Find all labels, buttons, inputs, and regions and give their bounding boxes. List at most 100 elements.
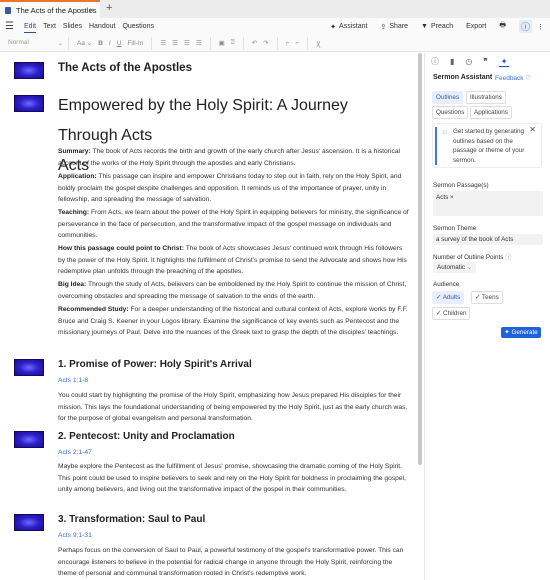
redo-icon[interactable]: ↷ (263, 39, 268, 47)
scripture-reference-link[interactable]: Acts 2:1-47 (58, 449, 92, 456)
quote-icon[interactable]: ❞ (483, 57, 487, 66)
tab-outlines[interactable]: Outlines (432, 91, 464, 104)
sparkle-icon: ✦ (330, 23, 337, 31)
menu-handout[interactable]: Handout (89, 21, 115, 32)
outline-point-text: You could start by highlighting the prom… (58, 392, 408, 422)
outline-points-label: Number of Outline Points ⓘ (433, 254, 512, 261)
history-icon[interactable]: ◷ (465, 57, 472, 66)
outline-point-title: 1. Promise of Power: Holy Spirit's Arriv… (58, 359, 252, 370)
help-icon[interactable]: ⓘ (505, 254, 511, 261)
document-title: The Acts of the Apostles (58, 62, 192, 74)
outline-points-dropdown[interactable]: Automatic ⌄ (433, 262, 477, 273)
sermon-theme-input[interactable]: a survey of the book of Acts (433, 234, 543, 245)
audience-teens-toggle[interactable]: ✓ Teens (471, 291, 503, 304)
chevron-down-icon: ⌄ (466, 264, 473, 271)
fill-in-button[interactable]: Fill-In (127, 40, 143, 47)
outline-point-title: 3. Transformation: Saul to Paul (58, 514, 206, 525)
more-options-icon[interactable]: ⋮ (537, 23, 544, 31)
info-icon[interactable]: ⓘ (518, 20, 532, 33)
preach-button[interactable]: ▼ Preach (421, 23, 453, 30)
slide-thumbnail[interactable] (14, 359, 44, 376)
slide-thumbnail[interactable] (14, 95, 44, 112)
slide-thumbnail[interactable] (14, 514, 44, 531)
slide-thumbnail[interactable] (14, 62, 44, 79)
insert-block-icon[interactable]: ▣ (219, 39, 225, 47)
menu-text[interactable]: Text (43, 21, 56, 32)
outline-point-text: Maybe explore the Pentecost as the fulfi… (58, 463, 406, 493)
menu-questions[interactable]: Questions (122, 21, 154, 32)
new-tab-button[interactable]: + (106, 2, 112, 14)
divider (209, 36, 211, 50)
bold-icon[interactable]: B (98, 40, 103, 47)
library-icon[interactable]: ▮ (450, 57, 454, 66)
close-icon[interactable]: ✕ (529, 125, 536, 134)
formatting-toolbar: Normal ⌄ Aa ⌄ B I U Fill-In ☰ ☰ ☰ ☰ ▣ ⍰ ↶… (0, 35, 550, 52)
check-icon: ✓ (475, 294, 481, 301)
divider (276, 36, 278, 50)
sermon-assistant-panel: ⓘ ▮ ◷ ❞ ✦ Sermon Assistant Feedback ♡ Ou… (424, 53, 550, 580)
sparkle-icon[interactable]: ✦ (498, 57, 510, 67)
audience-adults-toggle[interactable]: ✓ Adults (432, 291, 465, 304)
teaching-paragraph: Teaching: From Acts, we learn about the … (58, 209, 409, 239)
print-icon[interactable]: 🖶 (499, 21, 506, 32)
point-to-christ-paragraph: How this passage could point to Christ: … (58, 245, 407, 275)
tab-applications[interactable]: Applications (470, 106, 512, 119)
insert-question-icon[interactable]: ⍰ (231, 39, 235, 47)
italic-icon[interactable]: I (109, 40, 111, 47)
document-scrollbar[interactable] (418, 53, 422, 465)
undo-icon[interactable]: ↶ (252, 39, 257, 47)
share-icon: ⇪ (380, 23, 387, 31)
scripture-reference-link[interactable]: Acts 9:1-31 (58, 532, 92, 539)
feedback-link[interactable]: Feedback ♡ (495, 74, 531, 82)
outline-point-title: 2. Pentecost: Unity and Proclamation (58, 431, 235, 442)
document-editor[interactable]: The Acts of the Apostles Empowered by th… (0, 53, 415, 580)
document-icon (5, 6, 11, 14)
generate-button[interactable]: ✦ Generate (501, 327, 541, 338)
tab-illustrations[interactable]: Illustrations (466, 91, 506, 104)
panel-tabs: ⓘ ▮ ◷ ❞ ✦ (425, 53, 550, 70)
menu-bar: ☰ Edit Text Slides Handout Questions ✦ As… (0, 18, 550, 35)
big-idea-paragraph: Big Idea: Through the study of Acts, bel… (58, 281, 407, 300)
check-icon: ✓ (436, 294, 442, 301)
info-icon[interactable]: ⓘ (431, 56, 439, 67)
insert-slide-after-icon[interactable]: ⌐ (295, 40, 299, 47)
document-tab[interactable]: The Acts of the Apostles × (0, 0, 100, 18)
tab-label: The Acts of the Apostles (16, 5, 97, 15)
panel-title: Sermon Assistant (433, 74, 493, 81)
chevron-down-icon: ⌄ (57, 40, 63, 47)
numbered-list-icon[interactable]: ☰ (172, 39, 178, 47)
hamburger-menu-icon[interactable]: ☰ (5, 21, 17, 32)
font-size-dropdown[interactable]: Aa ⌄ (77, 39, 92, 47)
paragraph-style-dropdown[interactable]: Normal ⌄ (8, 39, 63, 47)
menu-slides[interactable]: Slides (63, 21, 82, 32)
bullet-list-icon[interactable]: ☰ (160, 39, 166, 47)
tab-questions[interactable]: Questions (432, 106, 469, 119)
insert-slide-before-icon[interactable]: ⌐ (286, 40, 290, 47)
divider (307, 36, 309, 50)
export-button[interactable]: Export (466, 23, 486, 30)
clear-formatting-icon[interactable]: Ꭓ (316, 39, 320, 48)
podium-icon: ▼ (421, 23, 428, 30)
indent-icon[interactable]: ☰ (196, 39, 202, 47)
heart-icon: ♡ (525, 75, 532, 82)
outline-point-text: Perhaps focus on the conversion of Saul … (58, 547, 404, 577)
assistant-button[interactable]: ✦ Assistant (330, 23, 367, 31)
slide-thumbnail[interactable] (14, 431, 44, 448)
scripture-reference-link[interactable]: Acts 1:1-8 (58, 377, 88, 384)
audience-label: Audience (433, 281, 460, 288)
summary-paragraph: Summary: The book of Acts records the bi… (58, 148, 401, 167)
divider (68, 36, 69, 50)
close-tab-icon[interactable]: × (89, 6, 94, 15)
sermon-passage-input[interactable]: Acts × (433, 191, 543, 216)
tab-bar: The Acts of the Apostles × + (0, 0, 550, 18)
recommended-study-paragraph: Recommended Study: For a deeper understa… (58, 306, 408, 336)
lightbulb-icon: ☼ (441, 127, 449, 136)
outdent-icon[interactable]: ☰ (184, 39, 190, 47)
menu-edit[interactable]: Edit (24, 21, 37, 33)
sermon-passage-label: Sermon Passage(s) (433, 182, 489, 189)
sparkle-icon: ✦ (504, 329, 510, 336)
passage-chip[interactable]: Acts × (436, 194, 454, 201)
audience-children-toggle[interactable]: ✓ Children (432, 307, 471, 320)
share-button[interactable]: ⇪ Share (380, 23, 408, 31)
underline-icon[interactable]: U (117, 40, 122, 47)
